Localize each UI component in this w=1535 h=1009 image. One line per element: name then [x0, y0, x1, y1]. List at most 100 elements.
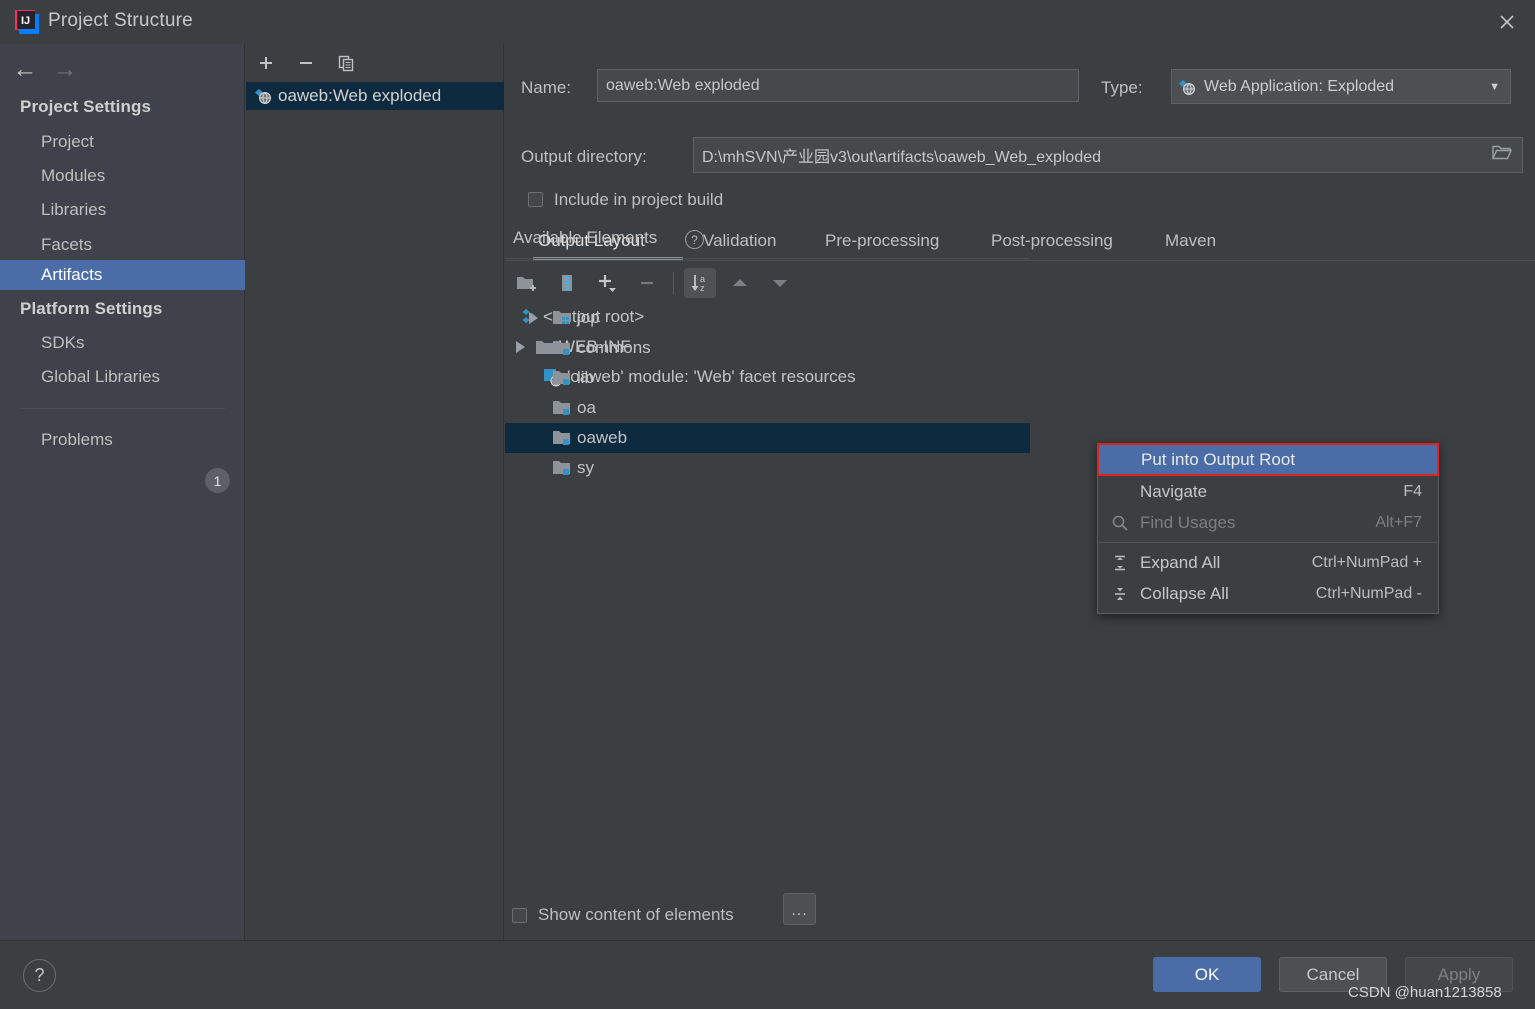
chevron-right-icon[interactable] [519, 312, 547, 324]
arrow-down-icon[interactable] [764, 268, 796, 298]
sort-az-icon[interactable]: a z [684, 268, 716, 298]
close-icon[interactable] [1479, 0, 1535, 44]
chevron-down-icon[interactable]: ▼ [1489, 81, 1500, 93]
watermark-text: CSDN @huan1213858 [1348, 984, 1502, 1001]
available-element-row[interactable]: lib [505, 363, 1030, 393]
available-element-label: oaweb [577, 428, 628, 447]
show-content-options-button[interactable]: ... [783, 893, 816, 925]
sidebar-item-label: Facets [41, 235, 93, 254]
available-element-label: lib [577, 368, 595, 387]
context-menu-item-navigate[interactable]: Navigate F4 [1098, 476, 1438, 507]
module-icon [547, 339, 577, 357]
output-directory-value: D:\mhSVN\产业园v3\out\artifacts\oaweb_Web_e… [702, 149, 1102, 166]
artifacts-toolbar [246, 44, 504, 82]
help-circle-icon[interactable]: ? [685, 230, 704, 249]
sidebar-item-libraries[interactable]: Libraries [0, 195, 245, 225]
context-menu-item-label: Collapse All [1140, 583, 1229, 603]
context-menu-item-label: Put into Output Root [1141, 449, 1296, 469]
available-elements-title: Available Elements [513, 228, 658, 247]
tab-pre-processing[interactable]: Pre-processing [825, 222, 939, 260]
context-menu-item-find-usages: Find Usages Alt+F7 [1098, 507, 1438, 538]
expand-all-icon [1110, 553, 1130, 573]
available-element-row-oaweb[interactable]: oaweb [505, 423, 1030, 453]
tab-post-processing[interactable]: Post-processing [991, 222, 1113, 260]
sidebar-item-artifacts[interactable]: Artifacts [0, 260, 245, 290]
sidebar-item-label: Global Libraries [41, 367, 161, 386]
sidebar-item-project[interactable]: Project [0, 127, 245, 157]
web-artifact-icon [254, 86, 278, 106]
available-element-row[interactable]: commons [505, 333, 1030, 363]
sidebar-nav-buttons: ← → [0, 44, 245, 92]
include-in-project-build-label: Include in project build [554, 190, 724, 209]
svg-text:IJ: IJ [21, 15, 30, 27]
context-menu-item-shortcut: F4 [1403, 482, 1422, 500]
available-element-row[interactable]: jop [505, 303, 1030, 333]
show-content-of-elements-checkbox[interactable] [512, 908, 527, 923]
settings-sidebar: ← → Project Settings Project Modules Lib… [0, 44, 245, 940]
archive-icon[interactable] [551, 268, 583, 298]
sidebar-item-facets[interactable]: Facets [0, 230, 245, 260]
plus-icon[interactable] [252, 50, 280, 76]
available-element-label: sy [577, 458, 594, 477]
tab-validation[interactable]: Validation [703, 222, 776, 260]
sidebar-item-modules[interactable]: Modules [0, 161, 245, 191]
include-in-project-build-checkbox[interactable] [528, 192, 543, 207]
context-menu-item-label: Find Usages [1140, 512, 1236, 532]
show-content-row: Show content of elements [505, 894, 1535, 940]
context-menu-item-collapse-all[interactable]: Collapse All Ctrl+NumPad - [1098, 578, 1438, 609]
output-directory-input[interactable]: D:\mhSVN\产业园v3\out\artifacts\oaweb_Web_e… [693, 137, 1523, 173]
sidebar-item-label: Libraries [41, 200, 107, 219]
editor-tabs: Output Layout Validation Pre-processing … [505, 222, 1535, 260]
sidebar-item-label: Modules [41, 166, 106, 185]
toolbar-separator [673, 272, 674, 294]
tabs-divider [505, 260, 1535, 261]
context-menu-item-expand-all[interactable]: Expand All Ctrl+NumPad + [1098, 547, 1438, 578]
context-menu-item-shortcut: Ctrl+NumPad - [1315, 584, 1422, 602]
copy-icon[interactable] [332, 50, 360, 76]
web-artifact-icon [1178, 77, 1204, 97]
intellij-idea-logo-icon: IJ [14, 9, 40, 35]
arrow-left-icon[interactable]: ← [10, 56, 40, 82]
available-element-row[interactable]: oa [505, 393, 1030, 423]
arrow-right-icon[interactable]: → [50, 56, 80, 82]
sidebar-item-problems[interactable]: Problems [0, 425, 245, 455]
tab-maven[interactable]: Maven [1165, 222, 1216, 260]
sidebar-item-label: Artifacts [41, 265, 103, 284]
name-input[interactable]: oaweb:Web exploded [597, 69, 1079, 102]
context-menu-item-put-into-output-root[interactable]: Put into Output Root [1097, 443, 1439, 476]
folder-open-icon[interactable] [1491, 144, 1513, 167]
minus-icon[interactable] [292, 50, 320, 76]
minus-icon[interactable] [631, 268, 663, 298]
artifacts-list-panel: oaweb:Web exploded [246, 44, 504, 940]
available-element-label: jop [577, 308, 600, 327]
sidebar-item-global-libraries[interactable]: Global Libraries [0, 362, 245, 392]
ok-button[interactable]: OK [1153, 957, 1261, 992]
available-element-label: oa [577, 398, 596, 417]
output-directory-label: Output directory: [521, 147, 647, 166]
problems-count-badge: 1 [205, 468, 230, 493]
arrow-up-icon[interactable] [724, 268, 756, 298]
context-menu-separator [1099, 542, 1437, 543]
name-input-value: oaweb:Web exploded [606, 76, 760, 94]
sidebar-item-sdks[interactable]: SDKs [0, 328, 245, 358]
artifact-list-item-label: oaweb:Web exploded [278, 86, 442, 105]
module-group-icon [547, 309, 577, 327]
module-icon [547, 429, 577, 447]
type-select[interactable]: Web Application: Exploded ▼ [1171, 69, 1511, 104]
context-menu-item-shortcut: Alt+F7 [1375, 513, 1422, 531]
artifact-list-item[interactable]: oaweb:Web exploded [246, 82, 504, 110]
tab-label: Post-processing [991, 231, 1113, 250]
help-button[interactable]: ? [23, 959, 56, 992]
new-folder-icon[interactable] [511, 268, 543, 298]
sidebar-item-label: SDKs [41, 333, 85, 352]
name-label: Name: [521, 78, 572, 97]
module-icon [547, 399, 577, 417]
tab-label: Validation [703, 231, 777, 250]
sidebar-group-project-settings-title: Project Settings [20, 97, 152, 116]
type-label: Type: [1101, 78, 1143, 97]
available-element-row[interactable]: sy [505, 453, 1030, 483]
context-menu-item-label: Navigate [1140, 481, 1208, 501]
search-icon [1110, 513, 1130, 533]
available-elements-divider [505, 258, 1030, 259]
plus-dropdown-icon[interactable] [591, 268, 623, 298]
